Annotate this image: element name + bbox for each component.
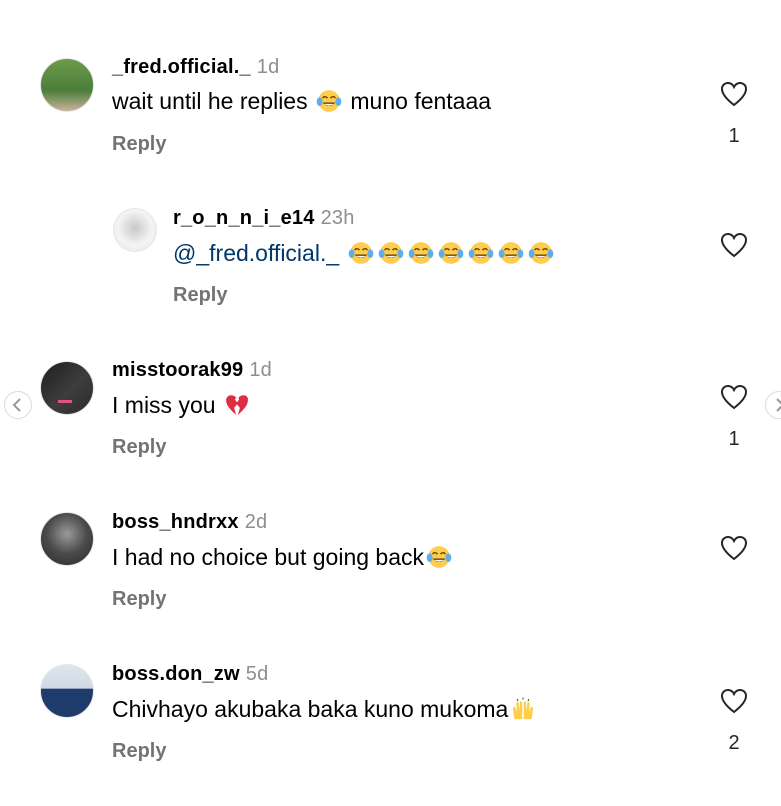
chevron-left-icon — [12, 398, 21, 412]
username[interactable]: r_o_n_n_i_e14 23h — [173, 207, 355, 230]
joy-emoji-icon — [408, 240, 434, 266]
joy-emoji-icon — [468, 240, 494, 266]
like-count[interactable]: 1 — [722, 428, 746, 451]
joy-emoji-icon — [438, 240, 464, 266]
next-arrow-button[interactable] — [765, 391, 781, 419]
avatar[interactable] — [40, 664, 94, 718]
joy-emoji-icon — [528, 240, 554, 266]
username[interactable]: boss_hndrxx 2d — [112, 511, 267, 534]
timestamp: 2d — [244, 511, 268, 533]
comment-text: I miss you — [112, 392, 252, 419]
broken-heart-emoji-icon — [224, 392, 250, 418]
chevron-right-icon — [776, 398, 781, 412]
joy-emoji-icon — [426, 544, 452, 570]
reply-button[interactable]: Reply — [173, 284, 227, 307]
timestamp: 23h — [320, 207, 355, 229]
username[interactable]: misstoorak99 1d — [112, 359, 272, 382]
joy-emoji-icon — [498, 240, 524, 266]
like-count[interactable]: 2 — [722, 732, 746, 755]
avatar[interactable] — [40, 512, 94, 566]
mention-link[interactable]: @_fred.official._ — [173, 240, 339, 266]
timestamp: 1d — [249, 359, 273, 381]
timestamp: 5d — [245, 663, 269, 685]
joy-emoji-icon — [316, 88, 342, 114]
username[interactable]: _fred.official._ 1d — [112, 56, 279, 79]
username[interactable]: boss.don_zw 5d — [112, 663, 268, 686]
timestamp: 1d — [256, 56, 280, 78]
heart-icon[interactable] — [720, 232, 748, 258]
avatar[interactable] — [40, 361, 94, 415]
reply-button[interactable]: Reply — [112, 740, 166, 763]
raising-hands-emoji-icon — [510, 696, 536, 722]
heart-icon[interactable] — [720, 535, 748, 561]
heart-icon[interactable] — [720, 688, 748, 714]
comment-text: I had no choice but going back — [112, 544, 454, 571]
joy-emoji-icon — [378, 240, 404, 266]
joy-emoji-icon — [348, 240, 374, 266]
comment-text: Chivhayo akubaka baka kuno mukoma — [112, 696, 538, 723]
reply-button[interactable]: Reply — [112, 588, 166, 611]
comment-text: @_fred.official._ — [173, 240, 556, 267]
heart-icon[interactable] — [720, 81, 748, 107]
comment-text: wait until he replies muno fentaaa — [112, 88, 492, 114]
avatar[interactable] — [113, 208, 157, 252]
like-count[interactable]: 1 — [722, 125, 746, 148]
avatar[interactable] — [40, 58, 94, 112]
reply-button[interactable]: Reply — [112, 133, 166, 156]
previous-arrow-button[interactable] — [4, 391, 32, 419]
reply-button[interactable]: Reply — [112, 436, 166, 459]
heart-icon[interactable] — [720, 384, 748, 410]
